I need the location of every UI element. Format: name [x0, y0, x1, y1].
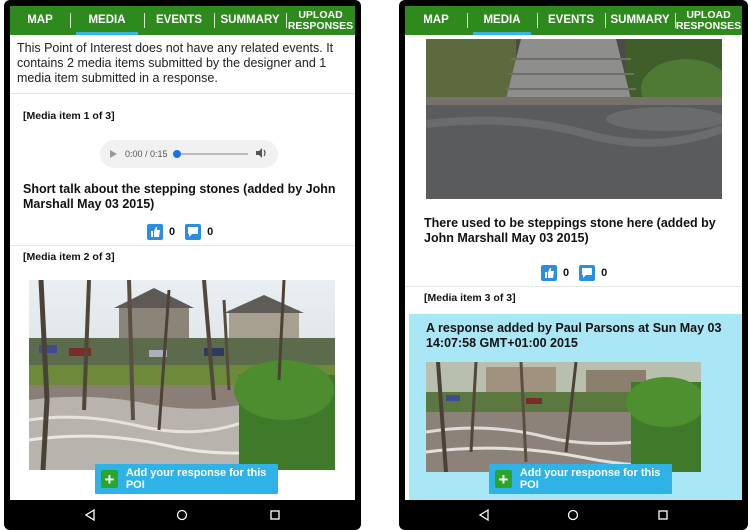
thumbs-up-icon[interactable]	[147, 224, 163, 240]
home-icon[interactable]	[173, 506, 191, 524]
back-icon[interactable]	[81, 506, 99, 524]
add-response-button[interactable]: + Add your response for this POI	[95, 464, 278, 494]
recent-apps-icon[interactable]	[266, 506, 284, 524]
media-item-2: [Media item 2 of 3]	[10, 251, 355, 263]
play-icon[interactable]	[110, 150, 117, 158]
media-item-title: There used to be steppings stone here (a…	[424, 216, 716, 245]
media-item-1: [Media item 1 of 3]	[10, 110, 355, 122]
app-screen: MAP MEDIA EVENTS SUMMARY UPLOAD RESPONSE…	[405, 6, 742, 500]
top-tab-bar: MAP MEDIA EVENTS SUMMARY UPLOAD RESPONSE…	[10, 6, 355, 35]
tab-events[interactable]: EVENTS	[537, 6, 605, 35]
like-count: 0	[563, 267, 570, 279]
tab-summary[interactable]: SUMMARY	[214, 6, 286, 35]
tab-media[interactable]: MEDIA	[467, 6, 537, 35]
home-icon[interactable]	[564, 506, 582, 524]
media-content: There used to be steppings stone here (a…	[405, 35, 742, 500]
app-screen: MAP MEDIA EVENTS SUMMARY UPLOAD RESPONSE…	[10, 6, 355, 500]
phone-screen-1: MAP MEDIA EVENTS SUMMARY UPLOAD RESPONSE…	[4, 0, 361, 530]
tab-upload-responses[interactable]: UPLOAD RESPONSES	[286, 6, 355, 35]
media-content: This Point of Interest does not have any…	[10, 35, 355, 500]
volume-icon[interactable]	[256, 148, 268, 160]
thumbs-up-icon[interactable]	[541, 265, 557, 281]
tab-map[interactable]: MAP	[10, 6, 70, 35]
add-response-button[interactable]: + Add your response for this POI	[489, 464, 672, 494]
back-icon[interactable]	[475, 506, 493, 524]
intro-text: This Point of Interest does not have any…	[10, 35, 355, 94]
audio-player[interactable]: 0:00 / 0:15	[100, 140, 278, 168]
divider	[10, 245, 355, 246]
media-item-label: [Media item 2 of 3]	[23, 251, 115, 263]
like-count: 0	[169, 226, 176, 238]
media-item-label: [Media item 1 of 3]	[23, 110, 115, 122]
seek-knob[interactable]	[172, 150, 181, 158]
android-nav-bar	[399, 500, 748, 530]
top-tab-bar: MAP MEDIA EVENTS SUMMARY UPLOAD RESPONSE…	[405, 6, 742, 35]
comment-icon[interactable]	[579, 265, 596, 281]
response-title: A response added by Paul Parsons at Sun …	[426, 321, 722, 350]
android-nav-bar	[4, 500, 361, 530]
plus-icon: +	[495, 470, 512, 488]
plus-icon: +	[101, 470, 118, 488]
add-response-label: Add your response for this POI	[519, 467, 661, 491]
tab-events[interactable]: EVENTS	[144, 6, 214, 35]
vote-row: 0 0	[147, 224, 223, 240]
phone-screen-2: MAP MEDIA EVENTS SUMMARY UPLOAD RESPONSE…	[399, 0, 748, 530]
media-item-label: [Media item 3 of 3]	[424, 292, 516, 304]
response-river-photo	[426, 362, 701, 472]
comment-icon[interactable]	[185, 224, 202, 240]
audio-time: 0:00 / 0:15	[125, 149, 168, 159]
media-item-title: Short talk about the stepping stones (ad…	[23, 182, 336, 211]
tab-media[interactable]: MEDIA	[70, 6, 144, 35]
comment-count: 0	[207, 226, 214, 238]
media-item-3: [Media item 3 of 3]	[405, 292, 742, 304]
divider	[405, 286, 742, 287]
comment-count: 0	[601, 267, 608, 279]
river-photo	[29, 280, 335, 470]
recent-apps-icon[interactable]	[654, 506, 672, 524]
add-response-label: Add your response for this POI	[125, 467, 267, 491]
tab-summary[interactable]: SUMMARY	[605, 6, 675, 35]
audio-seek-bar[interactable]	[172, 150, 248, 158]
tab-map[interactable]: MAP	[405, 6, 467, 35]
vote-row: 0 0	[541, 265, 617, 281]
tab-upload-responses[interactable]: UPLOAD RESPONSES	[675, 6, 742, 35]
path-photo	[426, 39, 722, 199]
